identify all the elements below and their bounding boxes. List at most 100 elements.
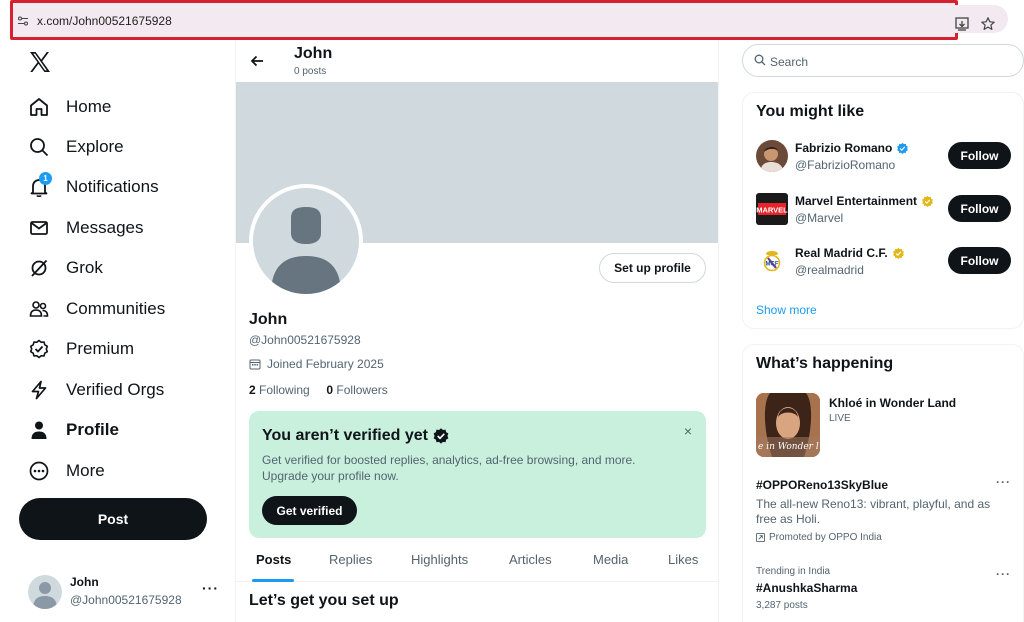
nav-communities[interactable]: Communities xyxy=(28,294,165,324)
tab-media[interactable]: Media xyxy=(593,552,628,567)
tab-replies[interactable]: Replies xyxy=(329,552,372,567)
trend-post-count: 3,287 posts xyxy=(756,600,808,611)
browser-actions xyxy=(948,5,1008,33)
nav-profile[interactable]: Profile xyxy=(28,415,119,445)
nav-verified-orgs[interactable]: Verified Orgs xyxy=(28,375,164,405)
follow-button[interactable]: Follow xyxy=(948,142,1011,169)
search-icon xyxy=(754,54,766,66)
profile-avatar[interactable] xyxy=(249,184,363,298)
nav-communities-label: Communities xyxy=(66,299,166,318)
search-icon xyxy=(30,138,49,157)
nav-premium-label: Premium xyxy=(66,339,135,358)
nav-premium[interactable]: Premium xyxy=(28,334,134,364)
trend-hashtag[interactable]: #OPPOReno13SkyBlue xyxy=(756,478,888,492)
get-verified-button[interactable]: Get verified xyxy=(262,496,357,525)
trend-more-icon[interactable]: ··· xyxy=(996,475,1011,489)
nav-verified-orgs-label: Verified Orgs xyxy=(66,380,165,399)
suggestion-name-text: Real Madrid C.F. xyxy=(795,246,888,260)
suggestion-name: Marvel Entertainment xyxy=(795,194,934,208)
verification-title-row: You aren’t verified yet xyxy=(262,427,450,445)
nav-explore[interactable]: Explore xyxy=(28,132,124,162)
profile-handle: @John00521675928 xyxy=(249,333,361,347)
you-might-like-title: You might like xyxy=(756,103,865,120)
profile-name: John xyxy=(249,311,288,328)
account-handle: @John00521675928 xyxy=(70,593,182,607)
back-arrow-icon[interactable] xyxy=(249,53,265,69)
suggestion-name-text: Fabrizio Romano xyxy=(795,141,893,155)
tab-highlights[interactable]: Highlights xyxy=(411,552,468,567)
event-status: LIVE xyxy=(829,413,851,424)
nav-home[interactable]: Home xyxy=(28,92,111,122)
bookmark-star-icon[interactable] xyxy=(980,16,996,32)
suggestion-handle: @Marvel xyxy=(795,211,844,225)
event-title[interactable]: Khloé in Wonder Land xyxy=(829,396,956,410)
avatar xyxy=(756,140,788,172)
trend-description: The all-new Reno13: vibrant, playful, an… xyxy=(756,497,991,526)
account-name: John xyxy=(70,575,99,589)
envelope-icon xyxy=(30,221,48,235)
nav-grok-label: Grok xyxy=(66,258,103,277)
search-input[interactable]: Search xyxy=(742,44,1024,77)
lightning-icon xyxy=(31,380,47,400)
right-sidebar: Search You might like Fabrizio Romano @F… xyxy=(730,40,1024,622)
event-image-text: e in Wonder l xyxy=(758,442,819,452)
calendar-icon xyxy=(249,359,261,370)
left-nav: Home Explore 1 Notifications Messages Gr xyxy=(0,40,235,622)
following-count: 2 xyxy=(249,383,256,397)
suggestion-row[interactable]: MCF Real Madrid C.F. @realmadrid Follow xyxy=(756,243,1014,279)
svg-text:MCF: MCF xyxy=(766,262,779,268)
address-bar[interactable]: x.com/John00521675928 xyxy=(10,0,958,40)
tab-articles[interactable]: Articles xyxy=(509,552,552,567)
more-circle-icon xyxy=(29,461,49,481)
verification-prompt: You aren’t verified yet × Get verified f… xyxy=(249,411,706,538)
event-image: e in Wonder l xyxy=(756,393,820,457)
browser-bar: x.com/John00521675928 xyxy=(0,0,1024,40)
account-switcher[interactable]: John @John00521675928 ··· xyxy=(28,572,228,612)
event-thumbnail[interactable]: e in Wonder l xyxy=(756,393,820,457)
suggestion-row[interactable]: Fabrizio Romano @FabrizioRomano Follow xyxy=(756,138,1014,174)
trend-more-icon[interactable]: ··· xyxy=(996,567,1011,581)
svg-text:MARVEL: MARVEL xyxy=(756,206,788,215)
followers-link[interactable]: 0 Followers xyxy=(326,383,387,397)
avatar: MARVEL xyxy=(756,193,788,225)
nav-notifications[interactable]: 1 Notifications xyxy=(28,172,159,202)
follow-button[interactable]: Follow xyxy=(948,195,1011,222)
post-button[interactable]: Post xyxy=(19,498,207,540)
tab-posts[interactable]: Posts xyxy=(256,552,291,567)
followers-label: Followers xyxy=(333,383,388,397)
show-more-link[interactable]: Show more xyxy=(756,303,817,317)
follow-button[interactable]: Follow xyxy=(948,247,1011,274)
nav-messages[interactable]: Messages xyxy=(28,213,143,243)
nav-more[interactable]: More xyxy=(28,456,105,486)
joined-date: Joined February 2025 xyxy=(249,357,384,371)
whats-happening-title: What’s happening xyxy=(756,355,894,372)
trend-hashtag[interactable]: #AnushkaSharma xyxy=(756,581,857,595)
nav-messages-label: Messages xyxy=(66,218,144,237)
whats-happening-card: What’s happening e in Wonder l Khloé in … xyxy=(742,344,1024,622)
install-app-icon[interactable] xyxy=(954,16,970,32)
set-up-profile-button[interactable]: Set up profile xyxy=(599,253,706,283)
following-label: Following xyxy=(255,383,310,397)
premium-icon xyxy=(29,339,49,359)
promoted-text: Promoted by OPPO India xyxy=(769,532,882,543)
grok-icon xyxy=(31,259,48,277)
nav-grok[interactable]: Grok xyxy=(28,253,103,283)
you-might-like-card: You might like Fabrizio Romano @Fabrizio… xyxy=(742,92,1024,329)
follow-counts: 2 Following 0 Followers xyxy=(249,383,388,397)
site-info-icon[interactable] xyxy=(17,15,29,27)
following-link[interactable]: 2 Following xyxy=(249,383,310,397)
close-icon[interactable]: × xyxy=(684,423,692,439)
gold-verified-badge-icon xyxy=(922,195,933,207)
tab-likes[interactable]: Likes xyxy=(668,552,698,567)
header-name: John xyxy=(294,45,333,62)
gold-verified-badge-icon xyxy=(892,247,904,259)
account-more-icon[interactable]: ··· xyxy=(202,580,219,596)
person-icon xyxy=(31,421,47,439)
x-logo-icon[interactable] xyxy=(28,50,52,74)
real-madrid-crest-icon: MCF xyxy=(763,251,781,272)
verification-text: Get verified for boosted replies, analyt… xyxy=(262,453,636,483)
url-text[interactable]: x.com/John00521675928 xyxy=(37,14,172,28)
nav-notifications-label: Notifications xyxy=(66,177,159,196)
home-icon xyxy=(30,98,48,116)
suggestion-row[interactable]: MARVEL Marvel Entertainment @Marvel Foll… xyxy=(756,191,1014,227)
